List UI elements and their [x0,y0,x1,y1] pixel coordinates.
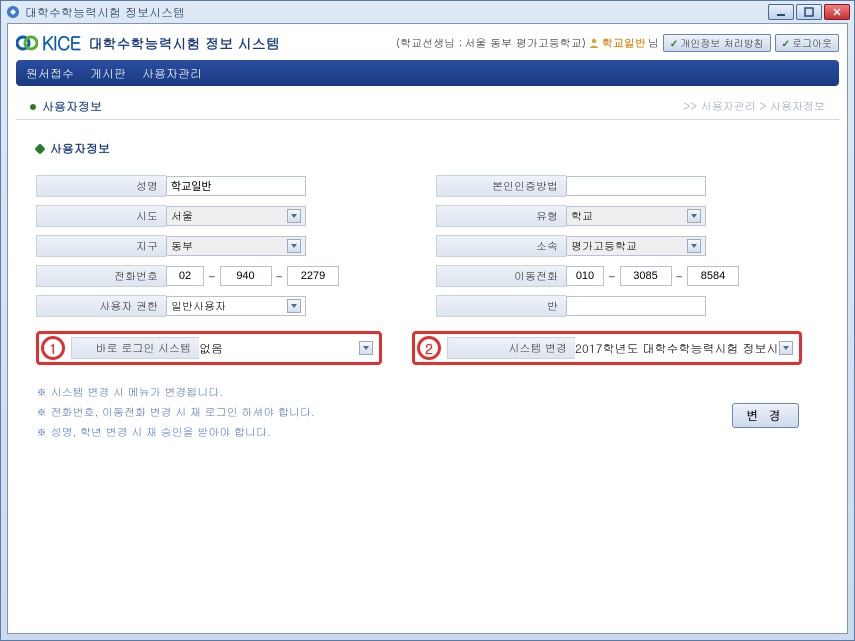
chevron-down-icon [287,209,301,223]
chevron-down-icon [287,299,301,313]
close-button[interactable] [824,4,850,20]
row-class: 반 [436,291,806,321]
row-auth: 본인인증방법 [436,171,806,201]
row-sido: 시도 서울 [36,201,406,231]
chevron-down-icon [287,239,301,253]
breadcrumb: >> 사용자관리 > 사용자정보 [683,99,825,114]
user-location: 서울 동부 평가고등학교) [464,36,585,51]
row-district: 지구 동부 [36,231,406,261]
label-syschg: 시스템 변경 [447,337,575,359]
name-input[interactable] [166,176,306,196]
logo-brand-text: KICE [42,31,80,56]
label-sido: 시도 [36,205,166,227]
window-controls [768,4,850,20]
perm-select[interactable]: 일반사용자 [166,296,306,316]
system-change-select[interactable]: 2017학년도 대학수학능력시험 정보시 [575,340,795,357]
highlight-2: 2 시스템 변경 2017학년도 대학수학능력시험 정보시 [412,331,802,365]
section-title-text: 사용자정보 [50,140,110,157]
row-org: 소속 평가고등학교 [436,231,806,261]
breadcrumb-row: 사용자정보 >> 사용자관리 > 사용자정보 [16,92,839,120]
logo-icon [16,32,38,54]
label-name: 성명 [36,175,166,197]
client-area: KICE 대학수학능력시험 정보 시스템 (학교선생님 : 서울 동부 평가고등… [7,23,848,634]
class-input[interactable] [566,296,706,316]
window-title: 대학수학능력시험 정보시스템 [25,4,768,21]
type-select[interactable]: 학교 [566,206,706,226]
content-area: 사용자정보 성명 본인인증방법 시도 서울 [8,120,847,633]
logo: KICE 대학수학능력시험 정보 시스템 [16,31,280,56]
label-district: 지구 [36,235,166,257]
label-login-sys: 바로 로그인 시스템 [71,337,199,359]
page-title: 사용자정보 [42,98,102,115]
note-1: ※ 시스템 변경 시 메뉴가 변경됩니다. [36,383,819,403]
district-select[interactable]: 동부 [166,236,306,256]
district-value: 동부 [171,239,193,254]
tel1-input[interactable] [166,266,204,286]
perm-value: 일반사용자 [171,299,226,314]
section-title: 사용자정보 [36,140,819,157]
nav-apply[interactable]: 원서접수 [26,65,74,82]
privacy-policy-button[interactable]: ✓개인정보 처리방침 [663,34,771,52]
org-select[interactable]: 평가고등학교 [566,236,706,256]
main-nav: 원서접수 게시판 사용자관리 [16,60,839,86]
logo-subtitle: 대학수학능력시험 정보 시스템 [88,33,279,53]
change-button[interactable]: 변 경 [732,403,799,428]
chevron-down-icon [359,341,373,355]
sido-value: 서울 [171,209,193,224]
user-role: 학교일반 [602,36,646,51]
minimize-button[interactable] [768,4,794,20]
header-bar: KICE 대학수학능력시험 정보 시스템 (학교선생님 : 서울 동부 평가고등… [8,24,847,58]
highlight-row: 1 바로 로그인 시스템 없음 2 시스템 변경 2017학년도 대학수학능력시… [36,331,819,365]
mob3-input[interactable] [687,266,739,286]
label-auth: 본인인증방법 [436,175,566,197]
org-value: 평가고등학교 [571,239,637,254]
logout-label: 로그아웃 [792,36,832,50]
marker-2: 2 [417,336,441,360]
highlight-1: 1 바로 로그인 시스템 없음 [36,331,382,365]
tel2-input[interactable] [220,266,272,286]
mob2-input[interactable] [620,266,672,286]
user-icon [588,37,600,49]
marker-1: 1 [41,336,65,360]
user-info: (학교선생님 : 서울 동부 평가고등학교) 학교일반 님 ✓개인정보 처리방침… [396,34,839,52]
label-org: 소속 [436,235,566,257]
row-perm: 사용자 권한 일반사용자 [36,291,406,321]
maximize-button[interactable] [796,4,822,20]
row-mobile: 이동전화 - - [436,261,806,291]
sido-select[interactable]: 서울 [166,206,306,226]
chevron-down-icon [779,341,793,355]
mob1-input[interactable] [566,266,604,286]
chevron-down-icon [687,209,701,223]
nav-board[interactable]: 게시판 [90,65,126,82]
row-tel: 전화번호 - - [36,261,406,291]
row-type: 유형 학교 [436,201,806,231]
crumb-bullet-icon [30,104,36,110]
titlebar: 대학수학능력시험 정보시스템 [1,1,854,23]
user-prefix: (학교선생님 : [396,36,462,51]
auth-input [566,176,706,196]
label-perm: 사용자 권한 [36,295,166,317]
system-change-value: 2017학년도 대학수학능력시험 정보시 [575,340,779,357]
app-icon [5,4,21,20]
logout-button[interactable]: ✓로그아웃 [775,34,839,52]
privacy-label: 개인정보 처리방침 [680,36,763,50]
label-mobile: 이동전화 [436,265,566,287]
form-grid: 성명 본인인증방법 시도 서울 [36,171,819,321]
tel3-input[interactable] [287,266,339,286]
user-suffix: 님 [648,36,659,51]
nav-user-mgmt[interactable]: 사용자관리 [142,65,202,82]
chevron-down-icon [687,239,701,253]
label-class: 반 [436,295,566,317]
row-name: 성명 [36,171,406,201]
type-value: 학교 [571,209,593,224]
login-system-select[interactable]: 없음 [199,340,375,357]
login-system-value: 없음 [199,340,223,357]
app-window: 대학수학능력시험 정보시스템 KICE 대학수학능력시험 정보 시스템 (학교선… [0,0,855,641]
label-tel: 전화번호 [36,265,166,287]
label-type: 유형 [436,205,566,227]
